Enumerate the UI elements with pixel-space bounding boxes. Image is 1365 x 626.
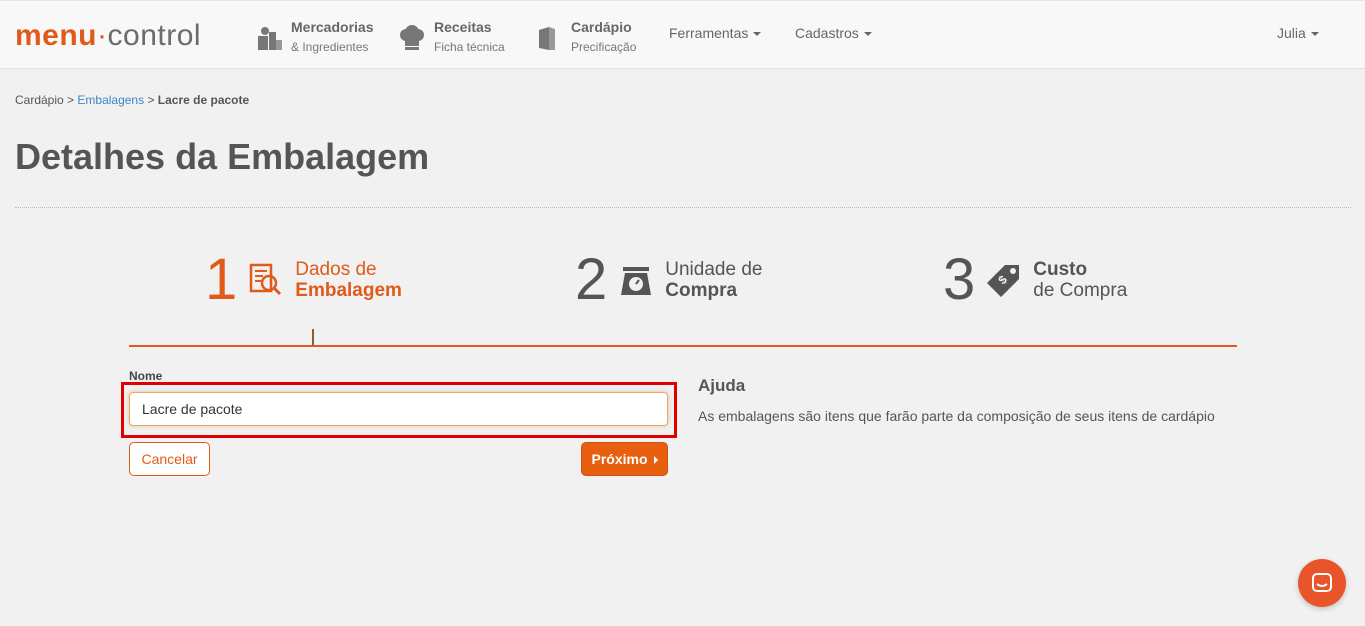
breadcrumb-sep: > — [63, 93, 78, 107]
menucontrol-logo[interactable]: menu·control — [15, 19, 201, 53]
nav-mercadorias-title: Mercadorias — [291, 19, 374, 35]
nav-mercadorias-subtitle: & Ingredientes — [291, 40, 369, 54]
user-name: Julia — [1277, 25, 1306, 41]
caret-down-icon — [863, 32, 872, 37]
logo-part2: control — [107, 19, 202, 52]
nav-receitas-title: Receitas — [434, 19, 492, 35]
step-2-line2: Compra — [665, 280, 738, 301]
step-1-line1: Dados de — [295, 259, 377, 280]
next-button-label: Próximo — [591, 451, 648, 467]
nav-cardapio-subtitle: Precificação — [571, 40, 637, 54]
breadcrumb-link-embalagens[interactable]: Embalagens — [77, 93, 144, 107]
nome-input[interactable] — [129, 392, 668, 426]
step-3-number: 3 — [943, 247, 976, 312]
nav-ferramentas-label: Ferramentas — [669, 25, 749, 41]
wizard-step-3[interactable]: 3 $ Custo de Compra — [943, 250, 1127, 310]
document-search-icon — [250, 263, 282, 296]
wizard-step-1[interactable]: 1 Dados de Embalagem — [205, 250, 402, 310]
help-title: Ajuda — [698, 376, 746, 395]
breadcrumb-sep: > — [144, 93, 158, 107]
wizard-progress-marker — [312, 329, 314, 345]
help-text: As embalagens são itens que farão parte … — [698, 408, 1215, 424]
step-1-number: 1 — [205, 247, 238, 312]
page-title: Detalhes da Embalagem — [15, 136, 430, 177]
nav-cardapio-title: Cardápio — [571, 19, 632, 35]
divider — [15, 207, 1351, 208]
nav-receitas[interactable]: Receitas Ficha técnica — [398, 18, 505, 58]
breadcrumb: Cardápio > Embalagens > Lacre de pacote — [15, 93, 249, 107]
step-3-line2: de Compra — [1033, 280, 1128, 301]
price-tag-icon: $ — [987, 265, 1020, 297]
caret-down-icon — [753, 32, 762, 37]
user-menu-dropdown[interactable]: Julia — [1277, 25, 1319, 41]
logo-part1: menu — [15, 19, 98, 52]
breadcrumb-current: Lacre de pacote — [157, 93, 250, 107]
breadcrumb-root[interactable]: Cardápio — [15, 93, 64, 107]
step-1-line2: Embalagem — [295, 280, 402, 301]
groceries-icon — [258, 27, 282, 50]
step-3-line1: Custo — [1033, 259, 1088, 280]
caret-down-icon — [1310, 32, 1319, 37]
menu-book-icon — [539, 27, 555, 50]
nav-cadastros-label: Cadastros — [795, 25, 859, 41]
nome-label: Nome — [129, 369, 163, 383]
scale-icon — [621, 267, 652, 295]
nav-cadastros-dropdown[interactable]: Cadastros — [795, 25, 872, 41]
step-2-number: 2 — [575, 247, 608, 312]
chat-icon — [1312, 573, 1332, 592]
cancel-button[interactable]: Cancelar — [129, 442, 210, 476]
nav-ferramentas-dropdown[interactable]: Ferramentas — [669, 25, 762, 41]
nav-receitas-subtitle: Ficha técnica — [434, 40, 505, 54]
caret-right-icon — [653, 456, 658, 465]
chef-hat-icon — [400, 25, 424, 50]
logo-dot: · — [97, 19, 108, 52]
wizard-step-2[interactable]: 2 Unidade de Compra — [575, 250, 762, 310]
step-2-line1: Unidade de — [665, 259, 763, 280]
cancel-button-label: Cancelar — [141, 451, 198, 467]
chat-launcher-button[interactable] — [1298, 559, 1346, 607]
wizard-progress-line — [129, 345, 1237, 347]
next-button[interactable]: Próximo — [581, 442, 668, 476]
nav-cardapio[interactable]: Cardápio Precificação — [535, 18, 636, 58]
nav-mercadorias[interactable]: Mercadorias & Ingredientes — [255, 18, 373, 58]
top-navbar: menu·control Mercadorias & Ingredientes … — [0, 0, 1365, 69]
